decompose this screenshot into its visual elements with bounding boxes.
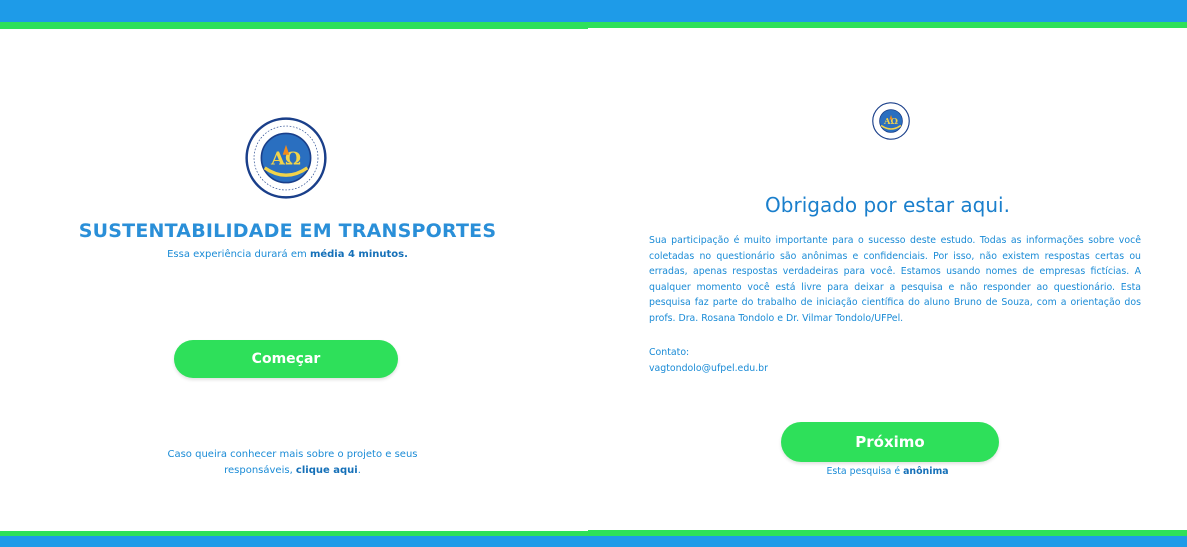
top-blue-bar (0, 0, 588, 22)
intro-screen: AΩ SUSTENTABILIDADE EM TRANSPORTES Essa … (0, 0, 588, 547)
participation-text: Sua participação é muito importante para… (649, 235, 1141, 324)
info-suffix: . (357, 465, 361, 476)
screenshot-root: AΩ SUSTENTABILIDADE EM TRANSPORTES Essa … (0, 0, 1187, 547)
ufpel-seal-icon: AΩ (872, 102, 910, 140)
duration-emphasis: média 4 minutos. (309, 249, 408, 260)
next-button[interactable]: Próximo (781, 422, 999, 462)
page-title: SUSTENTABILIDADE EM TRANSPORTES (78, 220, 497, 242)
contact-email: vagtondolo@ufpel.edu.br (649, 362, 768, 374)
info-prefix: Caso queira conhecer mais sobre o projet… (167, 449, 418, 476)
ufpel-logo-small: AΩ (872, 102, 910, 140)
top-green-bar (0, 22, 588, 29)
anonymous-note: Esta pesquisa é anônima (588, 466, 1187, 477)
top-blue-bar (588, 0, 1187, 22)
ufpel-logo: AΩ (245, 117, 327, 199)
start-button[interactable]: Começar (174, 340, 398, 378)
bottom-blue-bar (0, 536, 588, 547)
duration-prefix: Essa experiência durará em (167, 249, 310, 260)
more-info-link[interactable]: clique aqui (296, 465, 358, 476)
contact-label: Contato: (649, 347, 690, 358)
thank-you-title: Obrigado por estar aqui. (765, 193, 1010, 217)
bottom-blue-bar (588, 536, 1187, 547)
top-green-bar (588, 22, 1187, 28)
project-info-text: Caso queira conhecer mais sobre o projet… (160, 447, 425, 479)
welcome-screen: AΩ Obrigado por estar aqui. Sua particip… (588, 0, 1187, 547)
contact-block: Contato: vagtondolo@ufpel.edu.br (649, 345, 768, 376)
anon-emphasis: anônima (903, 466, 949, 477)
anon-prefix: Esta pesquisa é (826, 466, 904, 477)
ufpel-seal-icon: AΩ (245, 117, 327, 199)
duration-text: Essa experiência durará em média 4 minut… (0, 249, 575, 260)
